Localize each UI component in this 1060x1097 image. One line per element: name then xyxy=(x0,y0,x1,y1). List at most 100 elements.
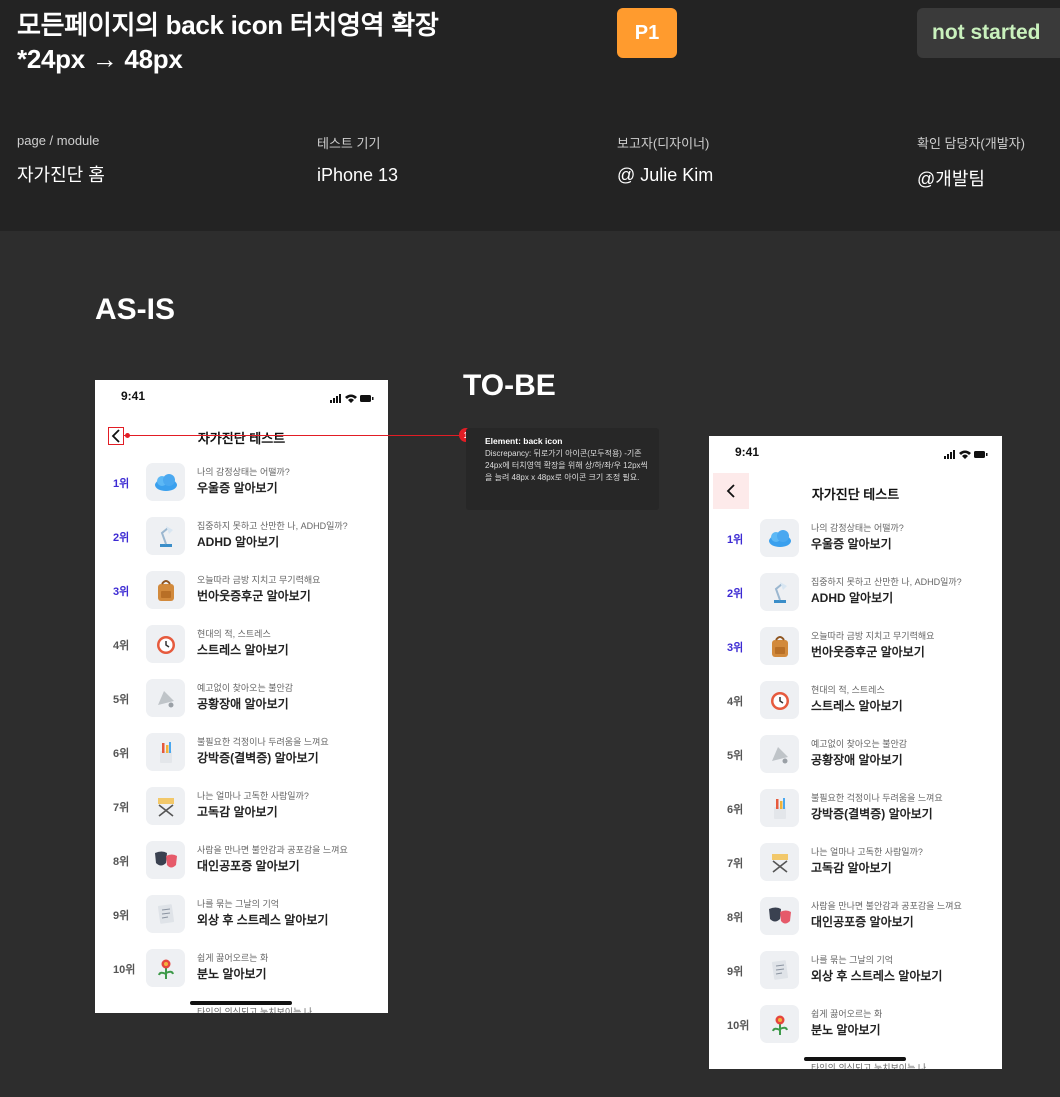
cutoff-list-text: 타인의 의식되고 눈치보이는 나 xyxy=(197,1007,313,1013)
list-item[interactable]: 9위 나를 묶는 그날의 기억 외상 후 스트레스 알아보기 xyxy=(709,949,1002,1003)
annotation-discrepancy: Discrepancy: 뒤로가기 아이콘(모두적용) -기존 24px에 터치… xyxy=(485,449,648,482)
rank-label: 5위 xyxy=(727,750,744,762)
item-title: 고독감 알아보기 xyxy=(197,805,278,819)
item-title: 우울증 알아보기 xyxy=(811,537,892,551)
item-subtitle: 사람을 만나면 불안감과 공포감을 느껴요 xyxy=(811,901,962,911)
item-title: 고독감 알아보기 xyxy=(811,861,892,875)
list-item[interactable]: 6위 불필요한 걱정이나 두려움을 느껴요 강박증(결벽증) 알아보기 xyxy=(95,731,388,785)
list-item[interactable]: 3위 오늘따라 금방 지치고 무기력해요 번아웃증후군 알아보기 xyxy=(709,625,1002,679)
to-be-phone-screen: 9:41 자가진단 테스트 1위 나의 감정상태는 어떨까? 우울증 알아보기 2위 집… xyxy=(709,436,1002,1069)
list-item[interactable]: 9위 나를 묶는 그날의 기억 외상 후 스트레스 알아보기 xyxy=(95,893,388,947)
pencil-cup-icon xyxy=(146,733,185,771)
pencil-cup-icon xyxy=(760,789,799,827)
list-item[interactable]: 1위 나의 감정상태는 어떨까? 우울증 알아보기 xyxy=(709,517,1002,571)
chair-icon xyxy=(760,843,799,881)
item-title: 분노 알아보기 xyxy=(197,967,267,981)
rank-label: 10위 xyxy=(113,964,136,976)
item-title: 스트레스 알아보기 xyxy=(811,699,903,713)
nav-title: 자가진단 테스트 xyxy=(197,431,286,446)
meta-value: iPhone 13 xyxy=(317,165,399,185)
list-item[interactable]: 5위 예고없이 찾아오는 불안감 공황장애 알아보기 xyxy=(709,733,1002,787)
ticket-title-line-1: 모든페이지의 back icon 터치영역 확장 xyxy=(17,10,439,40)
list-item[interactable]: 7위 나는 얼마나 고독한 사람일까? 고독감 알아보기 xyxy=(709,841,1002,895)
desk-lamp-icon xyxy=(760,573,799,611)
rank-label: 10위 xyxy=(727,1020,750,1032)
alarm-clock-icon xyxy=(146,625,185,663)
status-badge[interactable]: not started xyxy=(917,8,1060,58)
rank-label: 6위 xyxy=(727,804,744,816)
annotation-card: Element: back icon Discrepancy: 뒤로가기 아이콘… xyxy=(466,428,659,510)
flower-icon xyxy=(760,1005,799,1043)
status-icons xyxy=(330,391,374,409)
status-icons xyxy=(944,447,988,465)
item-title: 외상 후 스트레스 알아보기 xyxy=(197,913,329,927)
rank-label: 7위 xyxy=(727,858,744,870)
as-is-heading: AS-IS xyxy=(95,293,176,326)
meta-label: 테스트 기기 xyxy=(317,136,381,151)
list-item[interactable]: 8위 사람을 만나면 불안감과 공포감을 느껴요 대인공포증 알아보기 xyxy=(95,839,388,893)
ticket-header: 모든페이지의 back icon 터치영역 확장 *24px → 48px P1… xyxy=(0,0,1060,231)
list-item[interactable]: 3위 오늘따라 금방 지치고 무기력해요 번아웃증후군 알아보기 xyxy=(95,569,388,623)
annotation-element: Element: back icon xyxy=(485,436,563,446)
meta-value[interactable]: @ Julie Kim xyxy=(617,165,713,186)
item-subtitle: 나를 묶는 그날의 기억 xyxy=(197,899,280,909)
meta-test-device: 테스트 기기 iPhone 13 xyxy=(317,133,398,186)
list-item[interactable]: 10위 쉽게 끓어오르는 화 분노 알아보기 xyxy=(709,1003,1002,1057)
item-subtitle: 오늘따라 금방 지치고 무기력해요 xyxy=(197,575,321,585)
alarm-clock-icon xyxy=(760,681,799,719)
list-item[interactable]: 7위 나는 얼마나 고독한 사람일까? 고독감 알아보기 xyxy=(95,785,388,839)
annotation-connector-line xyxy=(124,435,467,436)
item-title: 번아웃증후군 알아보기 xyxy=(197,589,311,603)
list-item[interactable]: 2위 집중하지 못하고 산만한 나, ADHD일까? ADHD 알아보기 xyxy=(95,515,388,569)
item-subtitle: 예고없이 찾아오는 불안감 xyxy=(811,739,908,749)
meta-value: 자가진단 홈 xyxy=(17,165,105,185)
list-item[interactable]: 10위 쉽게 끓어오르는 화분노 알아보기 xyxy=(95,947,388,1001)
rank-label: 3위 xyxy=(727,642,744,654)
flower-icon xyxy=(146,949,185,987)
item-title: 대인공포증 알아보기 xyxy=(197,859,300,873)
rank-label: 2위 xyxy=(113,532,130,544)
meta-value[interactable]: @개발팀 xyxy=(917,165,1025,191)
item-title: 강박증(결벽증) 알아보기 xyxy=(197,751,319,765)
list-item[interactable]: 2위 집중하지 못하고 산만한 나, ADHD일까? ADHD 알아보기 xyxy=(709,571,1002,625)
masks-icon xyxy=(760,897,799,935)
list-item[interactable]: 8위 사람을 만나면 불안감과 공포감을 느껴요 대인공포증 알아보기 xyxy=(709,895,1002,949)
rank-label: 2위 xyxy=(727,588,744,600)
item-title: ADHD 알아보기 xyxy=(197,535,280,549)
item-subtitle: 나를 묶는 그날의 기억 xyxy=(811,955,894,965)
item-title: 공황장애 알아보기 xyxy=(197,697,289,711)
notebook-icon xyxy=(760,951,799,989)
item-title: 분노 알아보기 xyxy=(811,1023,881,1037)
meta-reporter: 보고자(디자이너) @ Julie Kim xyxy=(617,133,713,186)
item-subtitle: 나의 감정상태는 어떨까? xyxy=(197,467,290,477)
list-item[interactable]: 1위 나의 감정상태는 어떨까? 우울증 알아보기 xyxy=(95,461,388,515)
rank-label: 6위 xyxy=(113,748,130,760)
desk-lamp-icon xyxy=(146,517,185,555)
item-title: 우울증 알아보기 xyxy=(197,481,278,495)
item-subtitle: 나는 얼마나 고독한 사람일까? xyxy=(197,791,309,801)
item-subtitle: 쉽게 끓어오르는 화 xyxy=(197,953,269,963)
list-item[interactable]: 6위 불필요한 걱정이나 두려움을 느껴요강박증(결벽증) 알아보기 xyxy=(709,787,1002,841)
backpack-icon xyxy=(760,627,799,665)
priority-badge[interactable]: P1 xyxy=(617,8,677,58)
status-time: 9:41 xyxy=(121,389,146,403)
rank-label: 1위 xyxy=(113,478,130,490)
rank-label: 7위 xyxy=(113,802,130,814)
ticket-title-line-2: *24px → 48px xyxy=(17,44,183,74)
list-item[interactable]: 5위 예고없이 찾아오는 불안감 공황장애 알아보기 xyxy=(95,677,388,731)
rank-label: 9위 xyxy=(727,966,744,978)
list-item[interactable]: 4위 현대의 적, 스트레스 스트레스 알아보기 xyxy=(709,679,1002,733)
ticket-title: 모든페이지의 back icon 터치영역 확장 *24px → 48px xyxy=(17,8,439,76)
rank-label: 8위 xyxy=(727,912,744,924)
rank-label: 4위 xyxy=(113,640,130,652)
meta-label: 보고자(디자이너) xyxy=(617,136,710,151)
item-title: 강박증(결벽증) 알아보기 xyxy=(811,807,933,821)
status-bar: 9:41 xyxy=(95,380,388,410)
annotation-line-dot xyxy=(125,433,130,438)
item-subtitle: 불필요한 걱정이나 두려움을 느껴요 xyxy=(811,793,943,803)
masks-icon xyxy=(146,841,185,879)
rank-label: 5위 xyxy=(113,694,130,706)
item-title: 번아웃증후군 알아보기 xyxy=(811,645,925,659)
list-item[interactable]: 4위 현대의 적, 스트레스 스트레스 알아보기 xyxy=(95,623,388,677)
cloud-icon xyxy=(760,519,799,557)
